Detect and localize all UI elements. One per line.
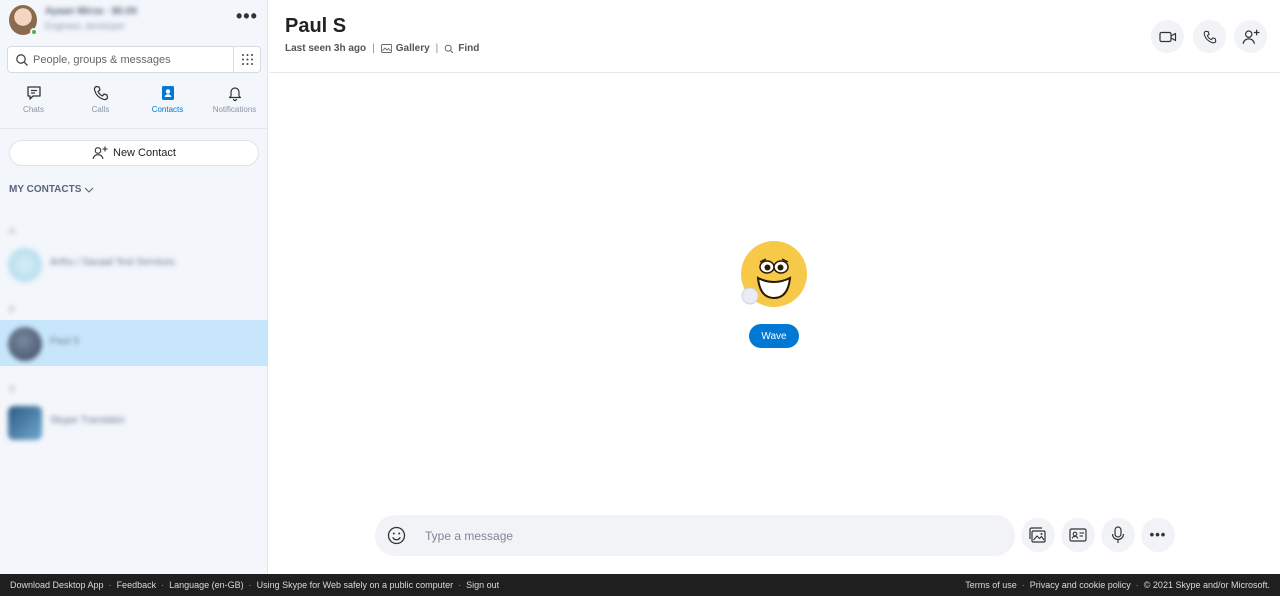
footer-dot: · xyxy=(161,580,165,590)
tab-chats-label: Chats xyxy=(23,105,44,114)
search-box xyxy=(7,46,261,73)
search-icon xyxy=(444,44,454,53)
chat-header: Paul S Last seen 3h ago | Gallery | Find xyxy=(269,0,1280,73)
message-composer xyxy=(375,515,1015,556)
meta-separator: | xyxy=(435,43,439,54)
contact-group-letter: A xyxy=(9,226,16,236)
contact-avatar xyxy=(8,406,42,440)
contact-name: Arthu / Sacaal Test Services xyxy=(50,257,175,268)
footer-left-links: Download Desktop App · Feedback · Langua… xyxy=(10,580,499,590)
tab-notifications-label: Notifications xyxy=(212,105,257,114)
bell-icon xyxy=(228,87,241,102)
dialpad-icon xyxy=(241,54,253,65)
contact-card-icon xyxy=(1069,528,1087,542)
chat-pane: Paul S Last seen 3h ago | Gallery | Find xyxy=(269,0,1280,574)
presence-online-indicator xyxy=(30,28,38,36)
contact-name: Paul S xyxy=(50,336,80,347)
last-seen-status: Last seen 3h ago xyxy=(285,43,367,54)
footer-link-public-computer[interactable]: Using Skype for Web safely on a public c… xyxy=(257,580,453,590)
footer-link-terms[interactable]: Terms of use xyxy=(965,580,1017,590)
tab-chats[interactable]: Chats xyxy=(0,84,67,124)
sidebar: Ayaan Mirza · $0.00 Engineer, developer … xyxy=(0,0,268,574)
my-contacts-header[interactable]: MY CONTACTS xyxy=(9,184,94,195)
footer-dot: · xyxy=(1135,580,1139,590)
phone-icon xyxy=(1203,30,1216,43)
send-media-button[interactable] xyxy=(1021,518,1055,552)
footer-dot: · xyxy=(108,580,112,590)
emoji-icon[interactable] xyxy=(387,526,406,545)
footer-link-sign-out[interactable]: Sign out xyxy=(466,580,499,590)
contact-group-letter: S xyxy=(9,384,16,394)
chat-icon xyxy=(26,86,41,100)
gallery-icon xyxy=(380,44,392,53)
footer-link-feedback[interactable]: Feedback xyxy=(117,580,157,590)
find-link[interactable]: Find xyxy=(444,43,479,54)
profile-name[interactable]: Ayaan Mirza · $0.00 xyxy=(45,6,137,17)
search-icon xyxy=(16,54,28,66)
more-options-icon: ••• xyxy=(1149,527,1167,542)
add-participant-button[interactable] xyxy=(1234,20,1267,53)
new-contact-button[interactable]: New Contact xyxy=(9,140,259,166)
add-person-icon xyxy=(1242,29,1259,44)
media-gallery-icon xyxy=(1029,526,1046,543)
footer-link-privacy[interactable]: Privacy and cookie policy xyxy=(1030,580,1131,590)
find-label: Find xyxy=(458,43,480,54)
message-input[interactable] xyxy=(425,525,985,547)
voice-message-button[interactable] xyxy=(1101,518,1135,552)
tab-calls[interactable]: Calls xyxy=(67,84,134,124)
footer-dot: · xyxy=(1021,580,1025,590)
video-camera-icon xyxy=(1158,31,1176,42)
profile-header: Ayaan Mirza · $0.00 Engineer, developer … xyxy=(0,0,268,42)
footer-copyright: © 2021 Skype and/or Microsoft. xyxy=(1143,580,1270,590)
tab-contacts[interactable]: Contacts xyxy=(134,84,201,124)
tab-calls-label: Calls xyxy=(91,105,110,114)
profile-subtitle: Engineer, developer xyxy=(45,21,126,31)
microphone-icon xyxy=(1111,526,1125,543)
contact-row[interactable]: Skype Translator xyxy=(0,399,268,445)
my-contacts-title: MY CONTACTS xyxy=(9,184,82,195)
footer-dot: · xyxy=(248,580,252,590)
footer-link-language[interactable]: Language (en-GB) xyxy=(169,580,244,590)
phone-icon xyxy=(93,85,108,101)
dialpad-button[interactable] xyxy=(233,47,260,72)
send-contact-button[interactable] xyxy=(1061,518,1095,552)
nav-divider xyxy=(0,128,268,129)
contact-row-selected[interactable]: Paul S xyxy=(0,320,268,366)
new-contact-label: New Contact xyxy=(113,147,176,159)
contact-avatar xyxy=(8,248,42,282)
contact-group-letter: P xyxy=(9,305,16,315)
chevron-down-icon xyxy=(85,187,94,193)
tab-notifications[interactable]: Notifications xyxy=(201,84,268,124)
page-footer: Download Desktop App · Feedback · Langua… xyxy=(0,574,1280,596)
footer-right-links: Terms of use · Privacy and cookie policy… xyxy=(965,580,1270,590)
gallery-link[interactable]: Gallery xyxy=(380,43,430,54)
conversation-title[interactable]: Paul S xyxy=(285,15,346,38)
gallery-label: Gallery xyxy=(395,43,430,54)
contact-avatar xyxy=(8,327,42,361)
meta-separator: | xyxy=(372,43,375,54)
contacts-book-icon xyxy=(161,86,174,100)
more-actions-button[interactable]: ••• xyxy=(1141,518,1175,552)
contact-name: Skype Translator xyxy=(50,415,126,426)
tab-contacts-label: Contacts xyxy=(151,105,184,114)
more-options-icon[interactable]: ••• xyxy=(236,7,258,25)
waving-emoji-icon xyxy=(741,241,807,307)
contact-row[interactable]: Arthu / Sacaal Test Services xyxy=(0,241,268,287)
footer-link-download[interactable]: Download Desktop App xyxy=(10,580,104,590)
search-input[interactable] xyxy=(33,50,228,69)
add-person-icon xyxy=(92,146,108,160)
main-nav: Chats Calls Contacts Notifications xyxy=(0,84,268,124)
wave-button[interactable]: Wave xyxy=(749,324,799,348)
footer-dot: · xyxy=(458,580,462,590)
conversation-meta: Last seen 3h ago | Gallery | Find xyxy=(285,43,479,54)
audio-call-button[interactable] xyxy=(1193,20,1226,53)
video-call-button[interactable] xyxy=(1151,20,1184,53)
